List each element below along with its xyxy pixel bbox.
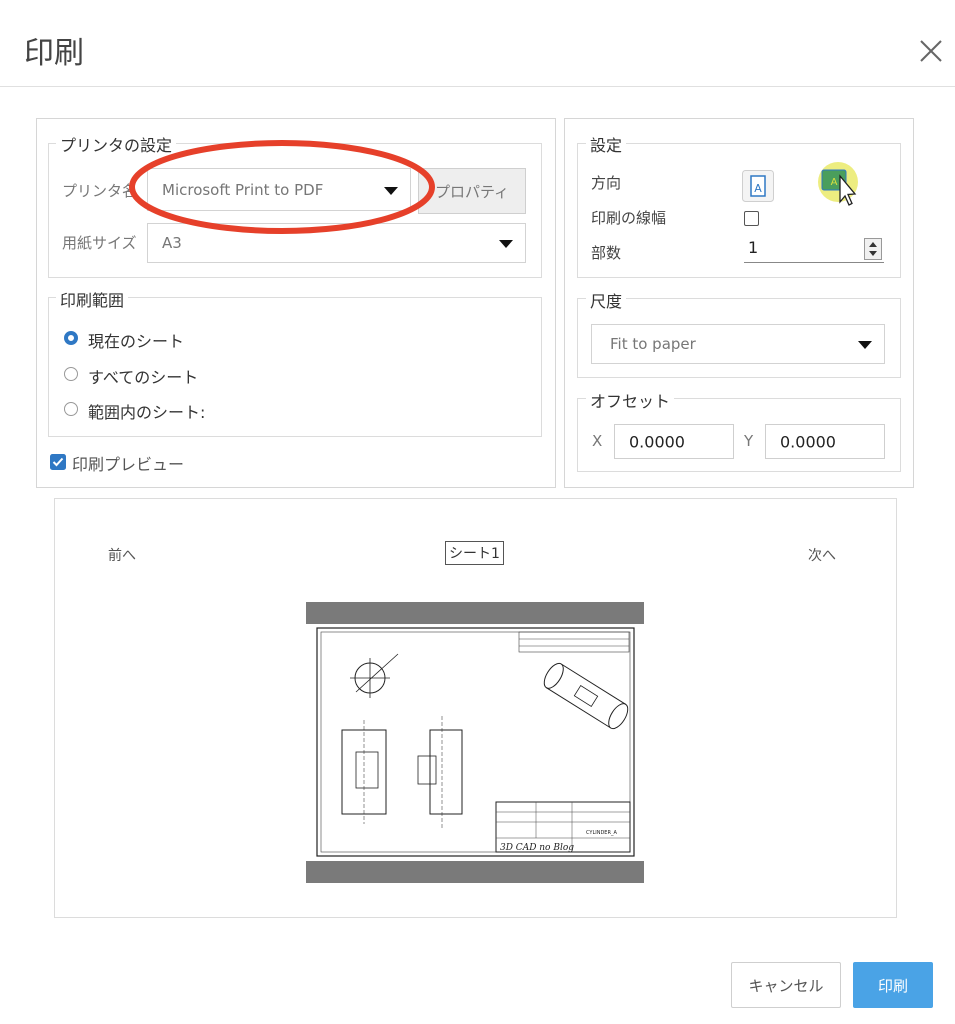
highlight-ellipse bbox=[129, 140, 435, 234]
offset-x-field[interactable]: 0.0000 bbox=[614, 424, 734, 459]
prev-sheet-link[interactable]: 前へ bbox=[108, 545, 136, 565]
dialog-title: 印刷 bbox=[24, 36, 84, 71]
print-button[interactable]: 印刷 bbox=[853, 962, 933, 1008]
chevron-down-icon bbox=[858, 341, 872, 349]
copies-stepper[interactable]: 1 bbox=[744, 236, 884, 263]
scale-legend: 尺度 bbox=[586, 288, 627, 312]
preview-checkbox[interactable] bbox=[50, 454, 66, 470]
line-width-label: 印刷の線幅 bbox=[591, 209, 667, 227]
drawing-preview-image: 3D CAD no Blog CYLINDER_A bbox=[306, 602, 644, 883]
scale-select-value: Fit to paper bbox=[610, 335, 696, 353]
title-block-text: 3D CAD no Blog bbox=[500, 843, 574, 853]
part-name-text: CYLINDER_A bbox=[586, 830, 617, 836]
print-range-legend: 印刷範囲 bbox=[56, 287, 129, 311]
stepper-arrows-icon[interactable] bbox=[864, 238, 882, 260]
scale-select[interactable]: Fit to paper bbox=[591, 324, 885, 364]
current-sheet-label: シート1 bbox=[445, 541, 504, 565]
offset-y-value: 0.0000 bbox=[780, 432, 836, 451]
next-sheet-link[interactable]: 次へ bbox=[808, 545, 836, 565]
radio-range-sheets-label[interactable]: 範囲内のシート: bbox=[88, 399, 205, 423]
svg-text:A: A bbox=[754, 182, 762, 195]
svg-text:A: A bbox=[831, 177, 838, 188]
portrait-orientation-icon[interactable]: A bbox=[742, 170, 774, 202]
radio-all-sheets-label[interactable]: すべてのシート bbox=[88, 364, 198, 388]
line-width-checkbox[interactable] bbox=[744, 211, 759, 226]
copies-value: 1 bbox=[748, 238, 759, 257]
offset-x-label: X bbox=[592, 432, 603, 450]
settings-legend: 設定 bbox=[586, 132, 627, 156]
radio-current-sheet[interactable] bbox=[64, 331, 78, 345]
offset-y-label: Y bbox=[744, 432, 754, 450]
preview-checkbox-label[interactable]: 印刷プレビュー bbox=[72, 451, 184, 475]
radio-current-sheet-label[interactable]: 現在のシート bbox=[88, 328, 184, 352]
orientation-label: 方向 bbox=[591, 174, 622, 192]
radio-range-sheets[interactable] bbox=[64, 402, 78, 416]
close-icon[interactable] bbox=[918, 38, 944, 64]
header-divider bbox=[0, 86, 955, 87]
offset-legend: オフセット bbox=[586, 388, 675, 412]
radio-all-sheets[interactable] bbox=[64, 367, 78, 381]
landscape-orientation-icon[interactable]: A bbox=[814, 158, 864, 208]
offset-x-value: 0.0000 bbox=[629, 432, 685, 451]
cancel-button[interactable]: キャンセル bbox=[731, 962, 841, 1008]
chevron-down-icon bbox=[499, 240, 513, 248]
offset-y-field[interactable]: 0.0000 bbox=[765, 424, 885, 459]
copies-label: 部数 bbox=[591, 244, 622, 262]
